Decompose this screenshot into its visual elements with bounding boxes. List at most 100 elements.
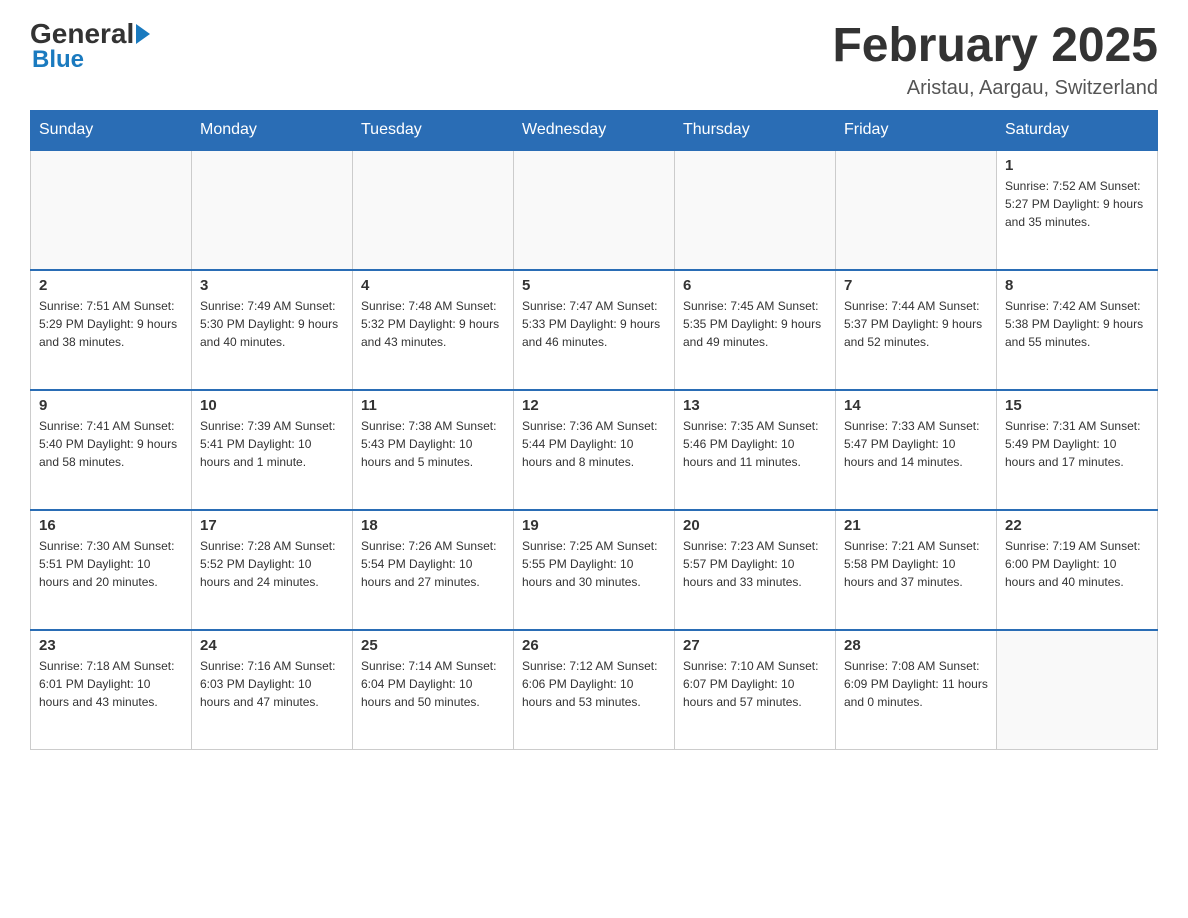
day-number: 26 <box>522 637 666 654</box>
day-info: Sunrise: 7:51 AM Sunset: 5:29 PM Dayligh… <box>39 297 183 351</box>
calendar-day-cell: 27 Sunrise: 7:10 AM Sunset: 6:07 PM Dayli… <box>675 630 836 750</box>
calendar-day-cell: 21Sunrise: 7:21 AM Sunset: 5:58 PM Dayli… <box>836 510 997 630</box>
day-info: Sunrise: 7:19 AM Sunset: 6:00 PM Dayligh… <box>1005 537 1149 591</box>
day-number: 5 <box>522 277 666 294</box>
calendar-day-cell: 8Sunrise: 7:42 AM Sunset: 5:38 PM Daylig… <box>997 270 1158 390</box>
calendar-day-cell <box>31 150 192 270</box>
calendar-day-cell: 24Sunrise: 7:16 AM Sunset: 6:03 PM Dayli… <box>192 630 353 750</box>
day-number: 3 <box>200 277 344 294</box>
day-info: Sunrise: 7:28 AM Sunset: 5:52 PM Dayligh… <box>200 537 344 591</box>
calendar-day-cell: 12 Sunrise: 7:36 AM Sunset: 5:44 PM Dayli… <box>514 390 675 510</box>
calendar-day-cell: 3 Sunrise: 7:49 AM Sunset: 5:30 PM Daylig… <box>192 270 353 390</box>
logo-general-text: General <box>30 20 134 48</box>
day-info: Sunrise: 7:08 AM Sunset: 6:09 PM Dayligh… <box>844 657 988 711</box>
day-number: 6 <box>683 277 827 294</box>
calendar-day-cell: 25 Sunrise: 7:14 AM Sunset: 6:04 PM Dayli… <box>353 630 514 750</box>
calendar-day-cell: 11Sunrise: 7:38 AM Sunset: 5:43 PM Dayli… <box>353 390 514 510</box>
day-info: Sunrise: 7:30 AM Sunset: 5:51 PM Dayligh… <box>39 537 183 591</box>
calendar-day-cell: 7 Sunrise: 7:44 AM Sunset: 5:37 PM Daylig… <box>836 270 997 390</box>
day-number: 14 <box>844 397 988 414</box>
calendar-day-cell <box>514 150 675 270</box>
day-info: Sunrise: 7:25 AM Sunset: 5:55 PM Dayligh… <box>522 537 666 591</box>
calendar-day-cell: 1 Sunrise: 7:52 AM Sunset: 5:27 PM Daylig… <box>997 150 1158 270</box>
day-info: Sunrise: 7:18 AM Sunset: 6:01 PM Dayligh… <box>39 657 183 711</box>
day-info: Sunrise: 7:48 AM Sunset: 5:32 PM Dayligh… <box>361 297 505 351</box>
calendar-day-cell: 17 Sunrise: 7:28 AM Sunset: 5:52 PM Dayli… <box>192 510 353 630</box>
calendar-day-cell: 18Sunrise: 7:26 AM Sunset: 5:54 PM Dayli… <box>353 510 514 630</box>
calendar-day-cell: 10 Sunrise: 7:39 AM Sunset: 5:41 PM Dayli… <box>192 390 353 510</box>
day-info: Sunrise: 7:47 AM Sunset: 5:33 PM Dayligh… <box>522 297 666 351</box>
day-info: Sunrise: 7:41 AM Sunset: 5:40 PM Dayligh… <box>39 417 183 471</box>
day-number: 12 <box>522 397 666 414</box>
calendar-day-cell: 4 Sunrise: 7:48 AM Sunset: 5:32 PM Daylig… <box>353 270 514 390</box>
day-info: Sunrise: 7:12 AM Sunset: 6:06 PM Dayligh… <box>522 657 666 711</box>
month-title: February 2025 <box>832 20 1158 73</box>
calendar-day-cell: 6 Sunrise: 7:45 AM Sunset: 5:35 PM Daylig… <box>675 270 836 390</box>
calendar-week-row: 2 Sunrise: 7:51 AM Sunset: 5:29 PM Daylig… <box>31 270 1158 390</box>
calendar-week-row: 23 Sunrise: 7:18 AM Sunset: 6:01 PM Dayli… <box>31 630 1158 750</box>
day-info: Sunrise: 7:10 AM Sunset: 6:07 PM Dayligh… <box>683 657 827 711</box>
day-info: Sunrise: 7:52 AM Sunset: 5:27 PM Dayligh… <box>1005 177 1149 231</box>
day-number: 1 <box>1005 157 1149 174</box>
day-number: 23 <box>39 637 183 654</box>
day-number: 2 <box>39 277 183 294</box>
day-number: 19 <box>522 517 666 534</box>
location: Aristau, Aargau, Switzerland <box>832 77 1158 100</box>
day-number: 20 <box>683 517 827 534</box>
calendar-day-cell: 14 Sunrise: 7:33 AM Sunset: 5:47 PM Dayli… <box>836 390 997 510</box>
logo-arrow-icon <box>136 24 150 44</box>
day-info: Sunrise: 7:39 AM Sunset: 5:41 PM Dayligh… <box>200 417 344 471</box>
day-number: 15 <box>1005 397 1149 414</box>
calendar-day-cell <box>836 150 997 270</box>
calendar-header-wednesday: Wednesday <box>514 110 675 150</box>
calendar-day-cell: 19 Sunrise: 7:25 AM Sunset: 5:55 PM Dayli… <box>514 510 675 630</box>
calendar-header-row: SundayMondayTuesdayWednesdayThursdayFrid… <box>31 110 1158 150</box>
title-block: February 2025 Aristau, Aargau, Switzerla… <box>832 20 1158 100</box>
calendar-day-cell: 22Sunrise: 7:19 AM Sunset: 6:00 PM Dayli… <box>997 510 1158 630</box>
calendar-week-row: 1 Sunrise: 7:52 AM Sunset: 5:27 PM Daylig… <box>31 150 1158 270</box>
calendar-day-cell <box>192 150 353 270</box>
day-info: Sunrise: 7:44 AM Sunset: 5:37 PM Dayligh… <box>844 297 988 351</box>
day-number: 4 <box>361 277 505 294</box>
day-number: 7 <box>844 277 988 294</box>
day-info: Sunrise: 7:14 AM Sunset: 6:04 PM Dayligh… <box>361 657 505 711</box>
day-info: Sunrise: 7:23 AM Sunset: 5:57 PM Dayligh… <box>683 537 827 591</box>
calendar-header-saturday: Saturday <box>997 110 1158 150</box>
calendar-header-friday: Friday <box>836 110 997 150</box>
day-info: Sunrise: 7:33 AM Sunset: 5:47 PM Dayligh… <box>844 417 988 471</box>
calendar-week-row: 9 Sunrise: 7:41 AM Sunset: 5:40 PM Daylig… <box>31 390 1158 510</box>
calendar-header-sunday: Sunday <box>31 110 192 150</box>
day-number: 27 <box>683 637 827 654</box>
day-number: 17 <box>200 517 344 534</box>
calendar-day-cell: 23 Sunrise: 7:18 AM Sunset: 6:01 PM Dayli… <box>31 630 192 750</box>
calendar-table: SundayMondayTuesdayWednesdayThursdayFrid… <box>30 110 1158 751</box>
day-number: 10 <box>200 397 344 414</box>
day-number: 13 <box>683 397 827 414</box>
calendar-day-cell: 5 Sunrise: 7:47 AM Sunset: 5:33 PM Daylig… <box>514 270 675 390</box>
calendar-day-cell: 16Sunrise: 7:30 AM Sunset: 5:51 PM Dayli… <box>31 510 192 630</box>
day-info: Sunrise: 7:45 AM Sunset: 5:35 PM Dayligh… <box>683 297 827 351</box>
day-number: 21 <box>844 517 988 534</box>
calendar-day-cell: 28 Sunrise: 7:08 AM Sunset: 6:09 PM Dayli… <box>836 630 997 750</box>
day-info: Sunrise: 7:38 AM Sunset: 5:43 PM Dayligh… <box>361 417 505 471</box>
day-info: Sunrise: 7:36 AM Sunset: 5:44 PM Dayligh… <box>522 417 666 471</box>
day-number: 28 <box>844 637 988 654</box>
calendar-header-thursday: Thursday <box>675 110 836 150</box>
calendar-day-cell: 9 Sunrise: 7:41 AM Sunset: 5:40 PM Daylig… <box>31 390 192 510</box>
calendar-day-cell <box>675 150 836 270</box>
calendar-day-cell: 26 Sunrise: 7:12 AM Sunset: 6:06 PM Dayli… <box>514 630 675 750</box>
day-info: Sunrise: 7:31 AM Sunset: 5:49 PM Dayligh… <box>1005 417 1149 471</box>
calendar-day-cell <box>997 630 1158 750</box>
day-number: 25 <box>361 637 505 654</box>
calendar-day-cell: 20 Sunrise: 7:23 AM Sunset: 5:57 PM Dayli… <box>675 510 836 630</box>
page-header: General Blue February 2025 Aristau, Aarg… <box>30 20 1158 100</box>
day-number: 8 <box>1005 277 1149 294</box>
day-number: 9 <box>39 397 183 414</box>
day-info: Sunrise: 7:49 AM Sunset: 5:30 PM Dayligh… <box>200 297 344 351</box>
calendar-day-cell: 2 Sunrise: 7:51 AM Sunset: 5:29 PM Daylig… <box>31 270 192 390</box>
calendar-week-row: 16Sunrise: 7:30 AM Sunset: 5:51 PM Dayli… <box>31 510 1158 630</box>
calendar-day-cell: 13Sunrise: 7:35 AM Sunset: 5:46 PM Dayli… <box>675 390 836 510</box>
calendar-header-monday: Monday <box>192 110 353 150</box>
logo-blue-text: Blue <box>32 48 84 72</box>
day-number: 24 <box>200 637 344 654</box>
